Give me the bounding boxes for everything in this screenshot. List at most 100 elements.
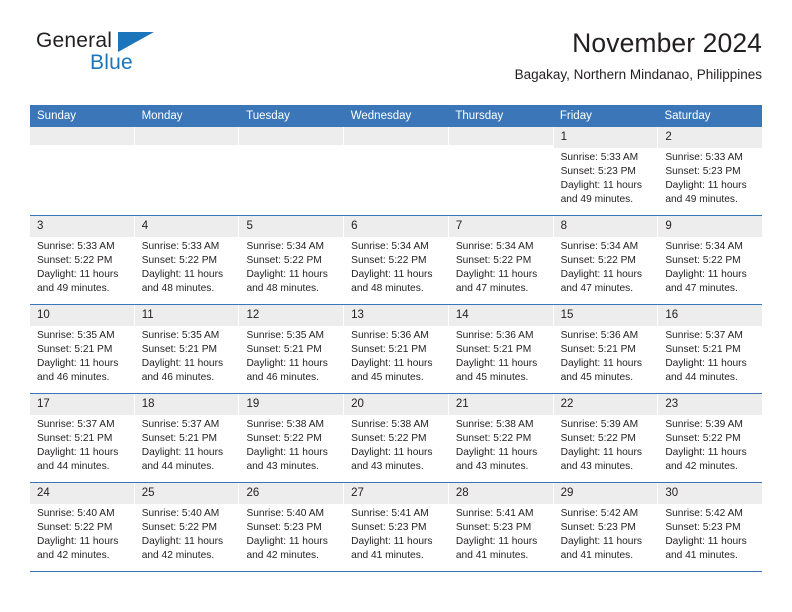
day-sunset-text: Sunset: 5:23 PM — [560, 165, 636, 177]
day-sunrise-text: Sunrise: 5:35 AM — [246, 329, 325, 341]
day-sunset-text: Sunset: 5:23 PM — [351, 521, 427, 533]
day-daylight-2-text: and 43 minutes. — [246, 460, 319, 472]
day-sun-info: Sunrise: 5:34 AM Sunset: 5:22 PM Daylight:… — [239, 237, 343, 296]
day-daylight-2-text: and 46 minutes. — [141, 371, 215, 383]
day-cell[interactable]: 20 Sunrise: 5:38 AM Sunset: 5:22 PM Dayligh… — [344, 394, 449, 483]
day-daylight-1-text: Daylight: 11 hours — [37, 357, 119, 369]
day-daylight-2-text: and 48 minutes. — [141, 282, 215, 294]
day-sunrise-text: Sunrise: 5:34 AM — [351, 240, 429, 252]
day-daylight-2-text: and 44 minutes. — [665, 371, 738, 383]
title-block: November 2024 Bagakay, Northern Mindanao… — [515, 28, 762, 83]
day-sunset-text: Sunset: 5:22 PM — [560, 432, 636, 444]
day-cell[interactable]: 30 Sunrise: 5:42 AM Sunset: 5:23 PM Dayligh… — [658, 483, 763, 572]
day-cell[interactable]: 28 Sunrise: 5:41 AM Sunset: 5:23 PM Dayligh… — [448, 483, 554, 572]
day-daylight-1-text: Daylight: 11 hours — [455, 446, 538, 458]
day-cell[interactable]: 4 Sunrise: 5:33 AM Sunset: 5:22 PM Daylight… — [134, 216, 240, 305]
day-daylight-2-text: and 42 minutes. — [141, 549, 215, 561]
day-cell[interactable]: 19 Sunrise: 5:38 AM Sunset: 5:22 PM Dayligh… — [239, 394, 345, 483]
day-number: 18 — [134, 394, 239, 415]
day-daylight-1-text: Daylight: 11 hours — [141, 446, 224, 458]
day-sun-info: Sunrise: 5:33 AM Sunset: 5:23 PM Daylight:… — [554, 148, 658, 207]
day-cell[interactable]: 16 Sunrise: 5:37 AM Sunset: 5:21 PM Dayligh… — [658, 305, 763, 394]
day-sunset-text: Sunset: 5:23 PM — [455, 521, 532, 533]
day-cell[interactable]: 12 Sunrise: 5:35 AM Sunset: 5:21 PM Dayligh… — [239, 305, 345, 394]
day-cell[interactable]: 10 Sunrise: 5:35 AM Sunset: 5:21 PM Dayligh… — [30, 305, 135, 394]
day-daylight-1-text: Daylight: 11 hours — [560, 446, 642, 458]
day-cell[interactable]: 27 Sunrise: 5:41 AM Sunset: 5:23 PM Dayligh… — [344, 483, 449, 572]
day-sunrise-text: Sunrise: 5:38 AM — [246, 418, 325, 430]
day-cell[interactable]: 8 Sunrise: 5:34 AM Sunset: 5:22 PM Daylight… — [553, 216, 659, 305]
brand-logo[interactable]: General Blue — [30, 28, 170, 86]
day-sun-info: Sunrise: 5:36 AM Sunset: 5:21 PM Daylight:… — [344, 326, 448, 385]
day-sun-info: Sunrise: 5:35 AM Sunset: 5:21 PM Daylight:… — [239, 326, 343, 385]
day-cell[interactable]: 11 Sunrise: 5:35 AM Sunset: 5:21 PM Dayligh… — [134, 305, 240, 394]
day-number: 12 — [239, 305, 344, 326]
day-daylight-2-text: and 41 minutes. — [560, 549, 634, 561]
weekday-header-sunday: Sunday — [37, 110, 77, 122]
day-number: 10 — [30, 305, 134, 326]
day-number: 30 — [658, 483, 763, 504]
day-sunrise-text: Sunrise: 5:35 AM — [141, 329, 220, 341]
day-sunset-text: Sunset: 5:21 PM — [141, 432, 218, 444]
calendar-grid: Sunday Monday Tuesday Wednesday Thursday Frid… — [30, 105, 763, 573]
day-sun-info: Sunrise: 5:34 AM Sunset: 5:22 PM Daylight:… — [344, 237, 448, 296]
day-cell[interactable]: 25 Sunrise: 5:40 AM Sunset: 5:22 PM Dayligh… — [134, 483, 240, 572]
calendar-week-row: 24 Sunrise: 5:40 AM Sunset: 5:22 PM Dayligh… — [30, 482, 763, 572]
day-cell-empty — [448, 127, 554, 216]
day-cell[interactable]: 13 Sunrise: 5:36 AM Sunset: 5:21 PM Dayligh… — [344, 305, 449, 394]
day-number: 19 — [239, 394, 344, 415]
day-daylight-2-text: and 49 minutes. — [560, 193, 634, 205]
day-daylight-2-text: and 44 minutes. — [141, 460, 215, 472]
day-sun-info: Sunrise: 5:34 AM Sunset: 5:22 PM Daylight:… — [554, 237, 658, 296]
day-sunrise-text: Sunrise: 5:39 AM — [665, 418, 743, 430]
day-daylight-1-text: Daylight: 11 hours — [246, 446, 328, 458]
day-cell[interactable]: 17 Sunrise: 5:37 AM Sunset: 5:21 PM Dayligh… — [30, 394, 135, 483]
day-number: 25 — [134, 483, 239, 504]
day-sunrise-text: Sunrise: 5:37 AM — [37, 418, 115, 430]
day-daylight-2-text: and 45 minutes. — [455, 371, 529, 383]
day-sun-info: Sunrise: 5:38 AM Sunset: 5:22 PM Daylight:… — [239, 415, 343, 474]
day-sunrise-text: Sunrise: 5:34 AM — [560, 240, 639, 252]
day-cell[interactable]: 26 Sunrise: 5:40 AM Sunset: 5:23 PM Dayligh… — [239, 483, 345, 572]
day-sunset-text: Sunset: 5:22 PM — [351, 254, 427, 266]
day-cell[interactable]: 7 Sunrise: 5:34 AM Sunset: 5:22 PM Daylight… — [448, 216, 554, 305]
day-cell[interactable]: 14 Sunrise: 5:36 AM Sunset: 5:21 PM Dayligh… — [448, 305, 554, 394]
day-cell[interactable]: 22 Sunrise: 5:39 AM Sunset: 5:22 PM Dayligh… — [553, 394, 659, 483]
day-daylight-1-text: Daylight: 11 hours — [37, 446, 119, 458]
day-sun-info: Sunrise: 5:38 AM Sunset: 5:22 PM Daylight:… — [344, 415, 448, 474]
day-number: 22 — [553, 394, 658, 415]
day-sun-info: Sunrise: 5:34 AM Sunset: 5:22 PM Daylight:… — [658, 237, 762, 296]
day-daylight-2-text: and 45 minutes. — [351, 371, 424, 383]
day-cell[interactable]: 24 Sunrise: 5:40 AM Sunset: 5:22 PM Dayligh… — [30, 483, 135, 572]
day-daylight-1-text: Daylight: 11 hours — [37, 268, 119, 280]
day-cell[interactable]: 9 Sunrise: 5:34 AM Sunset: 5:22 PM Daylight… — [658, 216, 763, 305]
day-daylight-1-text: Daylight: 11 hours — [455, 357, 538, 369]
day-cell[interactable]: 29 Sunrise: 5:42 AM Sunset: 5:23 PM Dayligh… — [553, 483, 659, 572]
day-cell[interactable]: 18 Sunrise: 5:37 AM Sunset: 5:21 PM Dayligh… — [134, 394, 240, 483]
day-daylight-2-text: and 48 minutes. — [351, 282, 424, 294]
day-number: 1 — [553, 127, 658, 148]
day-sunset-text: Sunset: 5:23 PM — [665, 521, 741, 533]
day-cell[interactable]: 6 Sunrise: 5:34 AM Sunset: 5:22 PM Daylight… — [344, 216, 449, 305]
day-daylight-1-text: Daylight: 11 hours — [351, 268, 433, 280]
day-cell[interactable]: 21 Sunrise: 5:38 AM Sunset: 5:22 PM Dayligh… — [448, 394, 554, 483]
day-number: 9 — [658, 216, 763, 237]
weekday-header-friday: Friday — [559, 110, 592, 122]
day-cell[interactable]: 2 Sunrise: 5:33 AM Sunset: 5:23 PM Daylight… — [658, 127, 763, 216]
day-sunset-text: Sunset: 5:21 PM — [665, 343, 741, 355]
day-daylight-2-text: and 47 minutes. — [560, 282, 634, 294]
day-sun-info: Sunrise: 5:37 AM Sunset: 5:21 PM Daylight:… — [658, 326, 762, 385]
day-daylight-2-text: and 44 minutes. — [37, 460, 110, 472]
day-sunset-text: Sunset: 5:22 PM — [665, 432, 741, 444]
day-cell[interactable]: 3 Sunrise: 5:33 AM Sunset: 5:22 PM Daylight… — [30, 216, 135, 305]
day-cell[interactable]: 5 Sunrise: 5:34 AM Sunset: 5:22 PM Daylight… — [239, 216, 345, 305]
day-sunrise-text: Sunrise: 5:33 AM — [37, 240, 115, 252]
day-number: 2 — [658, 127, 763, 148]
day-cell[interactable]: 23 Sunrise: 5:39 AM Sunset: 5:22 PM Dayligh… — [658, 394, 763, 483]
day-cell[interactable]: 15 Sunrise: 5:36 AM Sunset: 5:21 PM Dayligh… — [553, 305, 659, 394]
day-sunrise-text: Sunrise: 5:40 AM — [141, 507, 220, 519]
day-cell[interactable]: 1 Sunrise: 5:33 AM Sunset: 5:23 PM Daylight… — [553, 127, 659, 216]
day-sunrise-text: Sunrise: 5:42 AM — [560, 507, 639, 519]
day-daylight-1-text: Daylight: 11 hours — [665, 179, 747, 191]
day-daylight-1-text: Daylight: 11 hours — [246, 535, 328, 547]
